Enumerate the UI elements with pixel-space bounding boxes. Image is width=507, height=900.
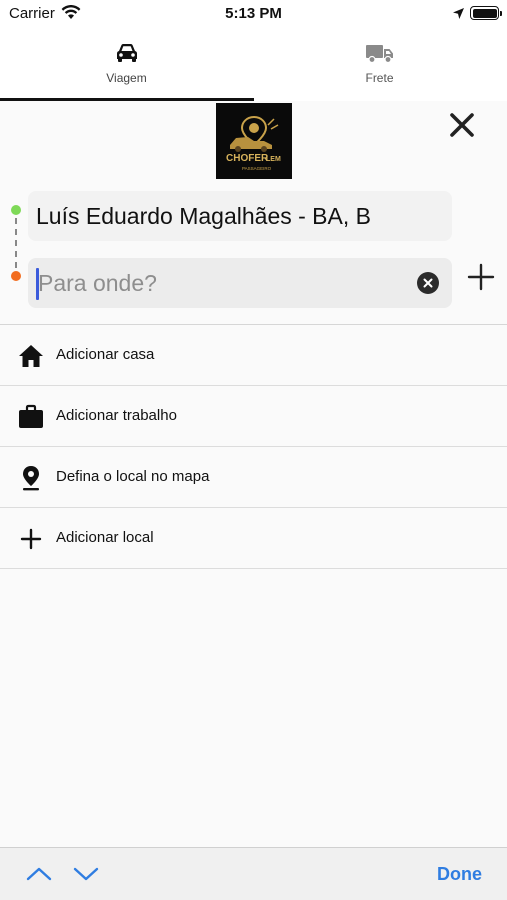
home-icon [18, 343, 44, 369]
tab-bar: Viagem Frete [0, 27, 507, 101]
close-button[interactable] [446, 109, 478, 141]
list-item-label: Adicionar casa [56, 346, 155, 363]
saved-places-list: Adicionar casa Adicionar trabalho Defina… [0, 324, 507, 569]
add-stop-button[interactable] [466, 262, 496, 292]
truck-icon [365, 42, 395, 69]
clear-icon [423, 278, 433, 288]
map-pin-icon [18, 465, 44, 491]
battery-icon [470, 6, 502, 20]
tab-frete[interactable]: Frete [253, 27, 506, 101]
clear-input-button[interactable] [417, 272, 439, 294]
car-icon [114, 42, 140, 69]
status-time: 5:13 PM [225, 5, 282, 22]
keyboard-accessory-bar: Done [0, 847, 507, 900]
close-icon [450, 113, 474, 137]
tab-label-frete: Frete [365, 71, 394, 85]
done-button[interactable]: Done [437, 864, 482, 885]
next-field-button[interactable] [73, 863, 99, 885]
destination-input[interactable] [38, 266, 398, 300]
status-bar: Carrier 5:13 PM [0, 0, 507, 27]
list-item-add-home[interactable]: Adicionar casa [0, 325, 507, 386]
briefcase-icon [18, 404, 44, 430]
plus-icon [18, 526, 44, 552]
location-arrow-icon [452, 7, 465, 25]
destination-field[interactable] [28, 258, 452, 308]
previous-field-button[interactable] [26, 863, 52, 885]
list-item-set-on-map[interactable]: Defina o local no mapa [0, 447, 507, 508]
list-item-add-place[interactable]: Adicionar local [0, 508, 507, 569]
origin-dot [11, 205, 21, 215]
svg-text:LEM: LEM [266, 156, 281, 163]
tab-label-viagem: Viagem [106, 71, 147, 85]
route-connector-line [15, 218, 17, 268]
svg-text:CHOFER: CHOFER [226, 153, 269, 164]
chofer-lem-logo: CHOFER LEM PASSAGEIRO [216, 103, 292, 179]
origin-field[interactable]: Luís Eduardo Magalhães - BA, B [28, 191, 452, 241]
destination-dot [11, 271, 21, 281]
list-item-label: Adicionar trabalho [56, 407, 177, 424]
active-tab-indicator [0, 98, 254, 101]
list-item-label: Adicionar local [56, 529, 154, 546]
svg-text:PASSAGEIRO: PASSAGEIRO [242, 166, 272, 171]
plus-icon [467, 263, 495, 291]
list-item-add-work[interactable]: Adicionar trabalho [0, 386, 507, 447]
chevron-down-icon [73, 867, 99, 881]
origin-value: Luís Eduardo Magalhães - BA, B [36, 203, 371, 229]
list-item-label: Defina o local no mapa [56, 468, 210, 485]
chevron-up-icon [26, 867, 52, 881]
tab-viagem[interactable]: Viagem [0, 27, 253, 101]
